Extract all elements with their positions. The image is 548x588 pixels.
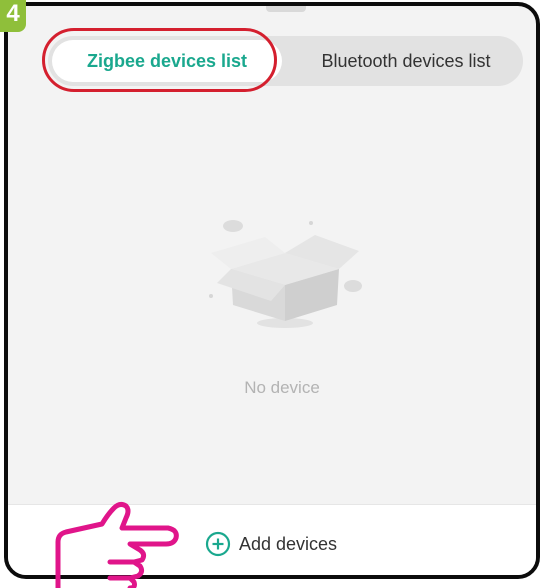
step-badge: 4 [0, 0, 26, 32]
pointing-hand-icon [55, 501, 179, 588]
empty-state-label: No device [244, 378, 320, 397]
device-list-tabs: Zigbee devices list Bluetooth devices li… [48, 36, 523, 86]
add-devices-label: Add devices [239, 533, 338, 554]
screenshot-stage: Zigbee devices list Bluetooth devices li… [0, 0, 548, 588]
tab-zigbee-devices[interactable]: Zigbee devices list [52, 40, 282, 82]
empty-box-icon [209, 220, 362, 328]
phone-notch [266, 6, 306, 12]
phone-frame: Zigbee devices list Bluetooth devices li… [4, 2, 540, 579]
plus-circle-icon [205, 531, 231, 557]
tab-bluetooth-devices[interactable]: Bluetooth devices list [296, 36, 516, 86]
add-devices-button[interactable]: Add devices [205, 528, 337, 560]
